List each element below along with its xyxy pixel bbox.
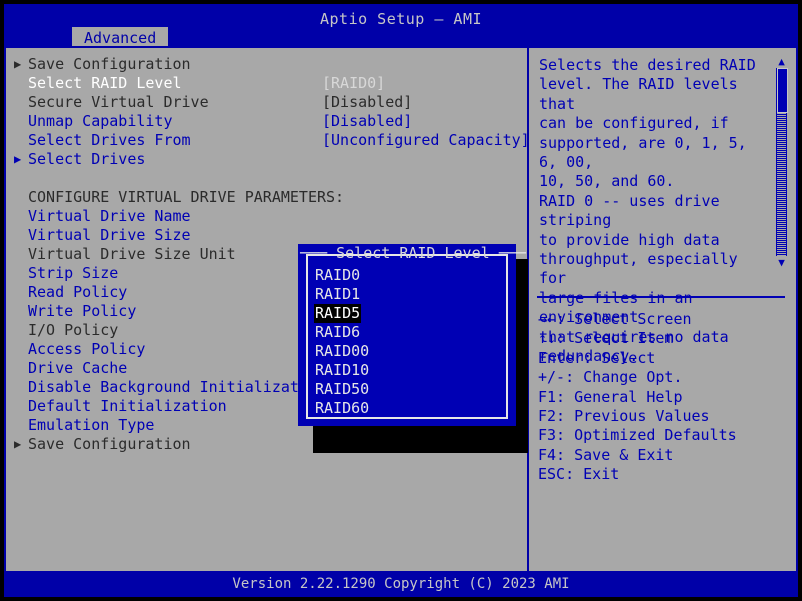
scroll-up-arrow-icon[interactable]: ▲ bbox=[776, 56, 787, 67]
settings-row-label: Virtual Drive Size Unit bbox=[28, 245, 236, 264]
scrollbar-track[interactable] bbox=[776, 68, 787, 256]
dialog-title: ─── Select RAID Level ─── bbox=[300, 245, 518, 261]
settings-row-label: CONFIGURE VIRTUAL DRIVE PARAMETERS: bbox=[28, 188, 344, 207]
scroll-down-arrow-icon[interactable]: ▼ bbox=[776, 257, 787, 268]
raid-level-option-label: RAID5 bbox=[314, 304, 361, 323]
submenu-arrow-icon: ▶ bbox=[14, 150, 26, 169]
raid-level-option[interactable]: RAID10 bbox=[314, 361, 504, 380]
key-legend-line: ESC: Exit bbox=[538, 465, 788, 484]
raid-level-option-label: RAID6 bbox=[314, 323, 361, 342]
settings-row bbox=[6, 169, 527, 188]
settings-row-label: Drive Cache bbox=[28, 359, 127, 378]
raid-level-option-label: RAID50 bbox=[314, 380, 370, 399]
raid-level-option-label: RAID0 bbox=[314, 266, 361, 285]
page-title: Aptio Setup – AMI bbox=[4, 10, 798, 28]
key-legend-line: F3: Optimized Defaults bbox=[538, 426, 788, 445]
settings-row-label: Select Drives From bbox=[28, 131, 191, 150]
key-legend-line: F4: Save & Exit bbox=[538, 446, 788, 465]
settings-row-label: Strip Size bbox=[28, 264, 118, 283]
key-legend-line: +/-: Change Opt. bbox=[538, 368, 788, 387]
raid-level-option[interactable]: RAID0 bbox=[314, 266, 504, 285]
settings-row[interactable]: Virtual Drive Size bbox=[6, 226, 527, 245]
bios-setup-screen: Aptio Setup – AMI Advanced ▶Save Configu… bbox=[0, 0, 802, 601]
raid-level-option[interactable]: RAID50 bbox=[314, 380, 504, 399]
raid-level-option[interactable]: RAID60 bbox=[314, 399, 504, 418]
settings-row-label: Secure Virtual Drive bbox=[28, 93, 209, 112]
settings-row-label: Save Configuration bbox=[28, 55, 191, 74]
settings-row[interactable]: Select Drives From [Unconfigured Capacity… bbox=[6, 131, 527, 150]
submenu-arrow-icon: ▶ bbox=[14, 435, 26, 454]
settings-row-label: Emulation Type bbox=[28, 416, 154, 435]
dialog-title-rule-right: ─── bbox=[499, 244, 526, 262]
submenu-arrow-icon: ▶ bbox=[14, 55, 26, 74]
key-legend: →←: Select Screen↑↓: Select ItemEnter: S… bbox=[538, 310, 788, 485]
version-copyright-text: Version 2.22.1290 Copyright (C) 2023 AMI bbox=[4, 576, 798, 592]
select-raid-level-dialog: ─── Select RAID Level ─── RAID0RAID1RAID… bbox=[298, 244, 516, 426]
settings-row-label: Default Initialization bbox=[28, 397, 227, 416]
settings-row-label: Select Drives bbox=[28, 150, 145, 169]
help-scrollbar[interactable]: ▲ ▼ bbox=[776, 56, 787, 268]
settings-row[interactable]: Virtual Drive Name bbox=[6, 207, 527, 226]
settings-row[interactable]: ▶Save Configuration bbox=[6, 55, 527, 74]
raid-level-option-list: RAID0RAID1RAID5RAID6RAID00RAID10RAID50RA… bbox=[314, 266, 504, 418]
key-legend-line: F2: Previous Values bbox=[538, 407, 788, 426]
settings-row-label: Read Policy bbox=[28, 283, 127, 302]
help-separator bbox=[537, 296, 785, 298]
settings-row[interactable]: Secure Virtual Drive [Disabled] bbox=[6, 93, 527, 112]
raid-level-option-label: RAID1 bbox=[314, 285, 361, 304]
settings-row-label: Write Policy bbox=[28, 302, 136, 321]
help-pane: Selects the desired RAID level. The RAID… bbox=[529, 48, 796, 571]
settings-row-label: I/O Policy bbox=[28, 321, 118, 340]
settings-row-label: Virtual Drive Name bbox=[28, 207, 191, 226]
settings-row-value[interactable]: [Unconfigured Capacity] bbox=[322, 131, 530, 150]
settings-row-label: Access Policy bbox=[28, 340, 145, 359]
scrollbar-thumb[interactable] bbox=[777, 68, 788, 113]
raid-level-option-label: RAID60 bbox=[314, 399, 370, 418]
footer-bar: Version 2.22.1290 Copyright (C) 2023 AMI bbox=[4, 573, 798, 597]
key-legend-line: F1: General Help bbox=[538, 388, 788, 407]
raid-level-option[interactable]: RAID6 bbox=[314, 323, 504, 342]
settings-row-value[interactable]: [Disabled] bbox=[322, 112, 412, 131]
settings-row[interactable]: Select RAID Level [RAID0] bbox=[6, 74, 527, 93]
raid-level-option-label: RAID00 bbox=[314, 342, 370, 361]
settings-row-label: Unmap Capability bbox=[28, 112, 173, 131]
settings-row-value[interactable]: [Disabled] bbox=[322, 93, 412, 112]
content-frame: ▶Save ConfigurationSelect RAID Level[RAI… bbox=[4, 46, 798, 573]
key-legend-line: ↑↓: Select Item bbox=[538, 329, 788, 348]
raid-level-option[interactable]: RAID1 bbox=[314, 285, 504, 304]
settings-row-label: Virtual Drive Size bbox=[28, 226, 191, 245]
settings-row[interactable]: Unmap Capability [Disabled] bbox=[6, 112, 527, 131]
raid-level-option-label: RAID10 bbox=[314, 361, 370, 380]
settings-row-value[interactable]: [RAID0] bbox=[322, 74, 385, 93]
title-bar: Aptio Setup – AMI Advanced bbox=[4, 4, 798, 46]
settings-row-label: Save Configuration bbox=[28, 435, 191, 454]
raid-level-option[interactable]: RAID5 bbox=[314, 304, 504, 323]
dialog-title-text: Select RAID Level bbox=[336, 244, 490, 262]
raid-level-option[interactable]: RAID00 bbox=[314, 342, 504, 361]
settings-row[interactable]: ▶Select Drives bbox=[6, 150, 527, 169]
key-legend-line: →←: Select Screen bbox=[538, 310, 788, 329]
dialog-title-rule-left: ─── bbox=[300, 244, 327, 262]
settings-row-label: Select RAID Level bbox=[28, 74, 182, 93]
settings-row[interactable]: CONFIGURE VIRTUAL DRIVE PARAMETERS: bbox=[6, 188, 527, 207]
settings-row-label: Disable Background Initialization bbox=[28, 378, 326, 397]
key-legend-line: Enter: Select bbox=[538, 349, 788, 368]
